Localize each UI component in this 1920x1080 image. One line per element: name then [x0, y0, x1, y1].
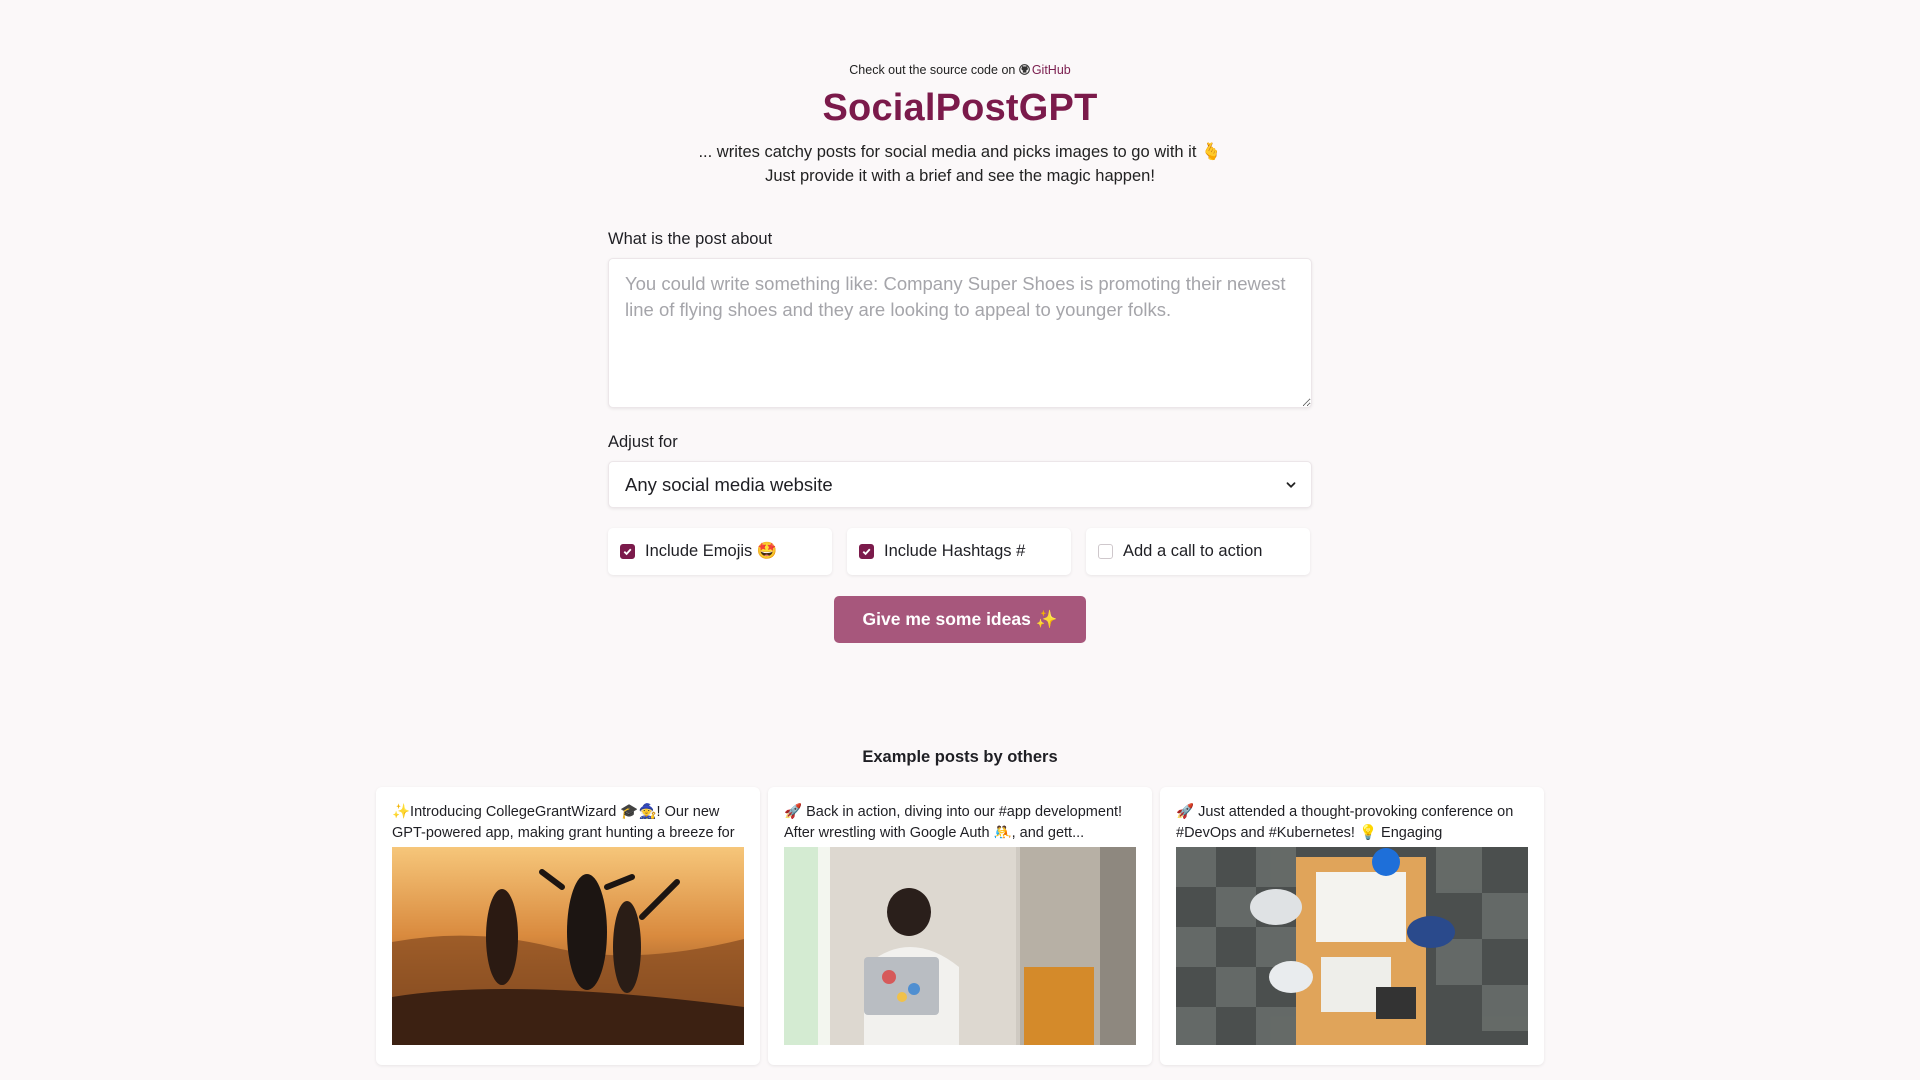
subtitle-line-2: Just provide it with a brief and see the…: [765, 167, 1155, 185]
platform-select[interactable]: Any social media website: [608, 461, 1312, 508]
platform-select-value: Any social media website: [625, 474, 833, 495]
adjust-for-label: Adjust for: [608, 433, 678, 451]
call-to-action-label: Add a call to action: [1123, 542, 1263, 560]
generate-ideas-button[interactable]: Give me some ideas ✨: [834, 596, 1086, 643]
check-icon: [623, 548, 632, 556]
include-hashtags-label: Include Hashtags #: [884, 542, 1026, 560]
include-hashtags-checkbox[interactable]: [859, 544, 874, 559]
example-post-text: 🚀 Back in action, diving into our #app d…: [784, 804, 1123, 841]
include-emojis-label: Include Emojis 🤩: [645, 542, 778, 560]
app-title: SocialPostGPT: [822, 87, 1098, 129]
call-to-action-checkbox[interactable]: [1098, 544, 1113, 559]
source-prefix: Check out the source code on: [849, 63, 1016, 77]
subtitle-line-1: ... writes catchy posts for social media…: [698, 143, 1222, 161]
example-post-card[interactable]: ✨Introducing CollegeGrantWizard 🎓🧙! Our …: [376, 787, 760, 1065]
post-form: What is the post about Adjust for Any so…: [608, 229, 1312, 643]
example-post-card[interactable]: 🚀 Just attended a thought-provoking conf…: [1160, 787, 1544, 1065]
chevron-down-icon: [1286, 482, 1296, 488]
github-link-label: GitHub: [1031, 63, 1071, 77]
options-row: Include Emojis 🤩 Include Hashtags # Add …: [608, 528, 1312, 575]
example-post-card[interactable]: 🚀 Back in action, diving into our #app d…: [768, 787, 1152, 1065]
github-link[interactable]: GitHub: [1018, 63, 1071, 77]
examples-title: Example posts by others: [862, 748, 1058, 766]
example-posts: ✨Introducing CollegeGrantWizard 🎓🧙! Our …: [376, 787, 1544, 1065]
frustrated-developer-image: [784, 847, 1136, 1045]
post-about-label: What is the post about: [608, 230, 773, 248]
team-meeting-image: [1176, 847, 1528, 1045]
friends-sunset-image: [392, 847, 744, 1045]
check-icon: [862, 548, 871, 556]
include-hashtags-option[interactable]: Include Hashtags #: [847, 528, 1071, 575]
page-header: Check out the source code on GitHub Soci…: [0, 62, 1920, 188]
example-post-text: ✨Introducing CollegeGrantWizard 🎓🧙! Our …: [392, 804, 735, 841]
source-code-line: Check out the source code on GitHub: [0, 62, 1920, 78]
call-to-action-option[interactable]: Add a call to action: [1086, 528, 1310, 575]
github-icon: [1018, 64, 1030, 75]
post-about-input[interactable]: [608, 258, 1312, 408]
include-emojis-option[interactable]: Include Emojis 🤩: [608, 528, 832, 575]
include-emojis-checkbox[interactable]: [620, 544, 635, 559]
app-subtitle: ... writes catchy posts for social media…: [0, 140, 1920, 188]
example-post-text: 🚀 Just attended a thought-provoking conf…: [1176, 804, 1514, 841]
